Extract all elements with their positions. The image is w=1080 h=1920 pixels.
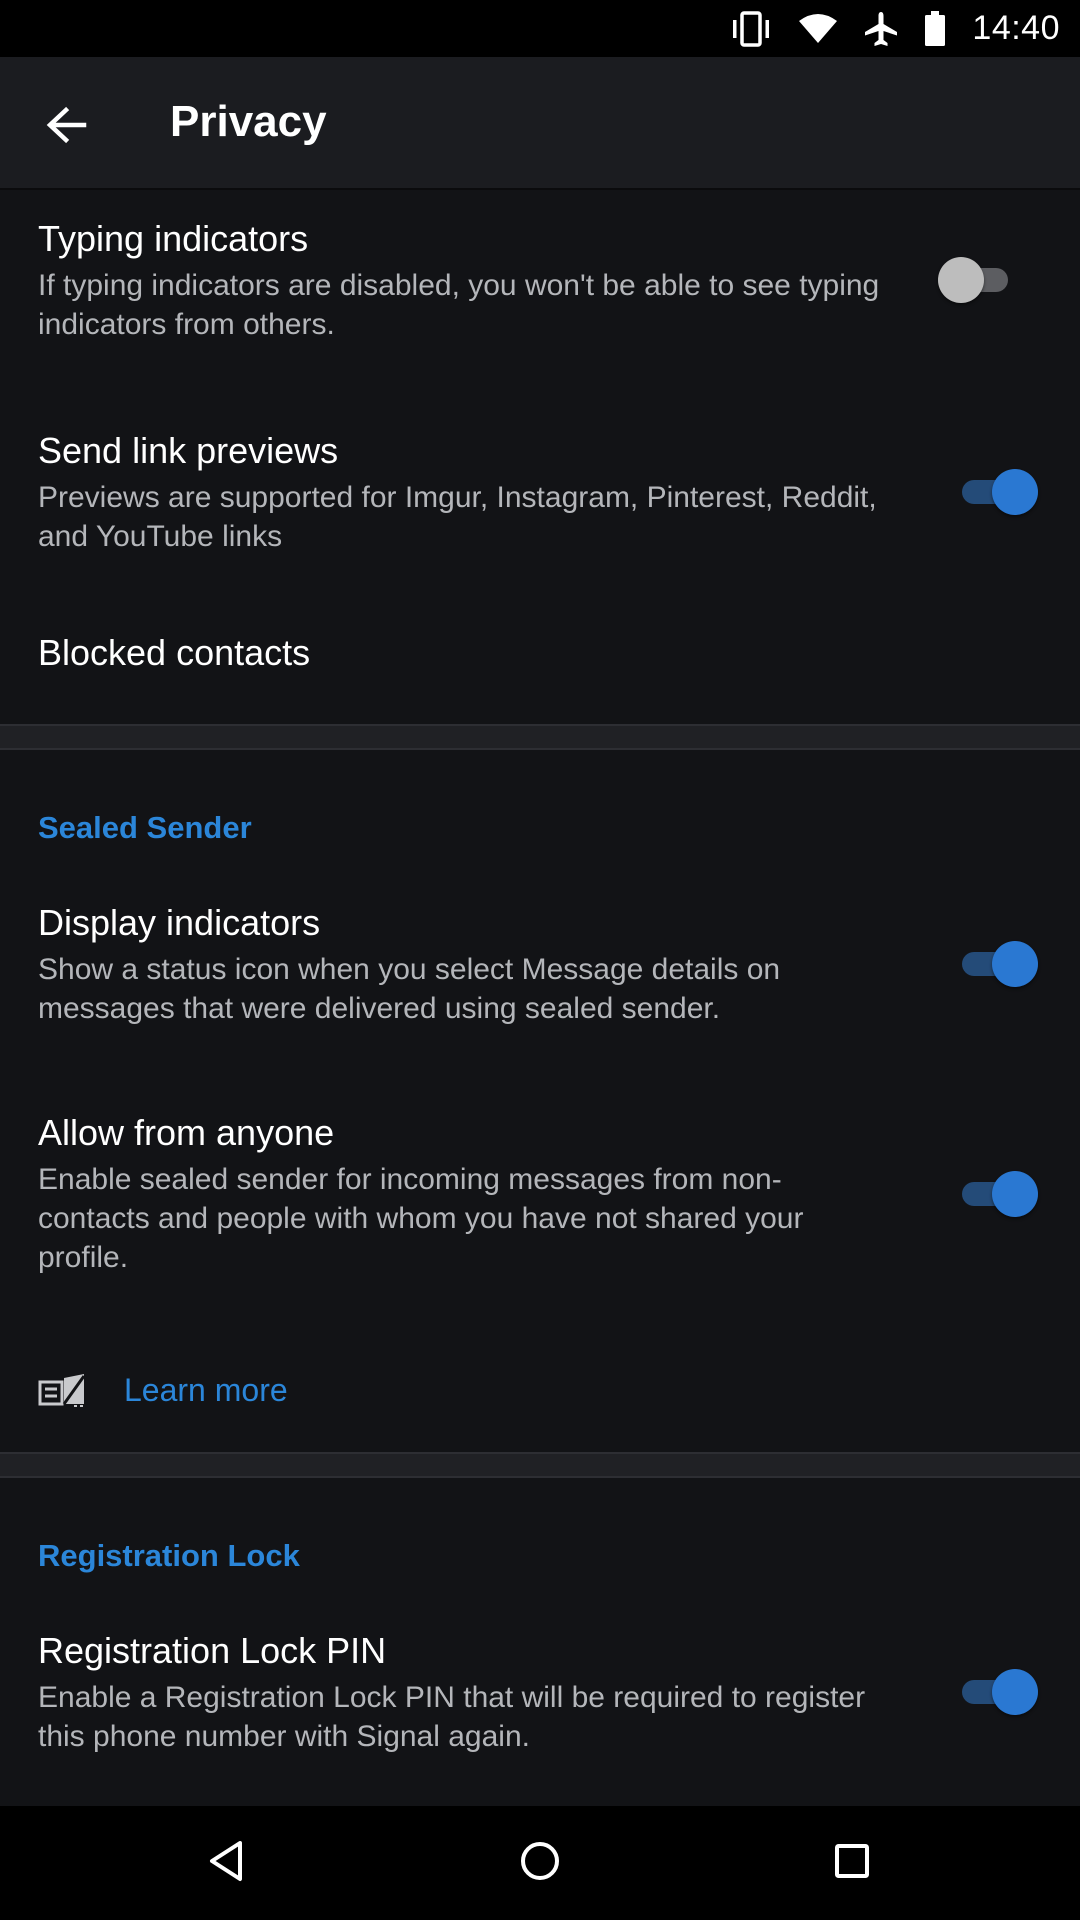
typing-indicators-summary: If typing indicators are disabled, you w… bbox=[38, 269, 880, 341]
blocked-contacts-row[interactable]: Blocked contacts bbox=[0, 612, 1080, 724]
typing-indicators-row[interactable]: Typing indicators If typing indicators a… bbox=[0, 190, 1080, 400]
clock: 14:40 bbox=[972, 9, 1060, 47]
switch-thumb bbox=[992, 1171, 1038, 1217]
allow-from-anyone-title: Allow from anyone bbox=[38, 1112, 335, 1153]
display-indicators-row[interactable]: Display indicators Show a status icon wh… bbox=[0, 880, 1080, 1092]
link-previews-title: Send link previews bbox=[38, 430, 339, 471]
nav-home-icon bbox=[518, 1839, 562, 1888]
battery-icon bbox=[924, 10, 946, 47]
switch-thumb bbox=[938, 257, 984, 303]
display-indicators-switch[interactable] bbox=[958, 938, 1038, 988]
registration-lock-pin-title: Registration Lock PIN bbox=[38, 1630, 387, 1671]
navigation-bar bbox=[0, 1806, 1080, 1920]
learn-more-row[interactable]: Learn more bbox=[0, 1352, 1080, 1432]
link-previews-row[interactable]: Send link previews Previews are supporte… bbox=[0, 400, 1080, 612]
section-divider bbox=[0, 1452, 1080, 1478]
typing-indicators-switch[interactable] bbox=[938, 254, 1022, 304]
wifi-icon bbox=[798, 13, 838, 45]
app-bar: Privacy bbox=[0, 57, 1080, 190]
link-previews-summary: Previews are supported for Imgur, Instag… bbox=[38, 481, 877, 553]
display-indicators-summary: Show a status icon when you select Messa… bbox=[38, 953, 781, 1025]
nav-back-icon bbox=[206, 1839, 246, 1888]
allow-from-anyone-row[interactable]: Allow from anyone Enable sealed sender f… bbox=[0, 1092, 1080, 1342]
registration-lock-pin-switch[interactable] bbox=[958, 1666, 1038, 1716]
allow-from-anyone-switch[interactable] bbox=[958, 1168, 1038, 1218]
nav-home-button[interactable] bbox=[510, 1833, 570, 1893]
blocked-contacts-title: Blocked contacts bbox=[38, 632, 311, 673]
nav-recents-button[interactable] bbox=[822, 1833, 882, 1893]
sealed-sender-header: Sealed Sender bbox=[38, 810, 252, 845]
learn-more-link[interactable]: Learn more bbox=[124, 1372, 288, 1409]
display-indicators-title: Display indicators bbox=[38, 902, 321, 943]
switch-thumb bbox=[992, 469, 1038, 515]
nav-back-button[interactable] bbox=[196, 1833, 256, 1893]
typing-indicators-title: Typing indicators bbox=[38, 218, 309, 259]
switch-thumb bbox=[992, 941, 1038, 987]
registration-lock-pin-row[interactable]: Registration Lock PIN Enable a Registrat… bbox=[0, 1608, 1080, 1806]
preferences-list: Typing indicators If typing indicators a… bbox=[0, 190, 1080, 1806]
page-title: Privacy bbox=[170, 97, 327, 146]
status-bar: 14:40 bbox=[0, 0, 1080, 57]
section-divider bbox=[0, 724, 1080, 750]
allow-from-anyone-summary: Enable sealed sender for incoming messag… bbox=[38, 1163, 804, 1274]
nav-recents-icon bbox=[832, 1841, 872, 1886]
link-previews-switch[interactable] bbox=[958, 466, 1038, 516]
registration-lock-pin-summary: Enable a Registration Lock PIN that will… bbox=[38, 1681, 866, 1753]
vibrate-icon bbox=[730, 10, 772, 47]
switch-thumb bbox=[992, 1669, 1038, 1715]
back-button[interactable] bbox=[26, 87, 106, 167]
arrow-back-icon bbox=[44, 103, 88, 152]
sealed-sender-icon bbox=[38, 1372, 88, 1413]
registration-lock-header: Registration Lock bbox=[38, 1538, 300, 1573]
airplane-icon bbox=[864, 11, 898, 47]
